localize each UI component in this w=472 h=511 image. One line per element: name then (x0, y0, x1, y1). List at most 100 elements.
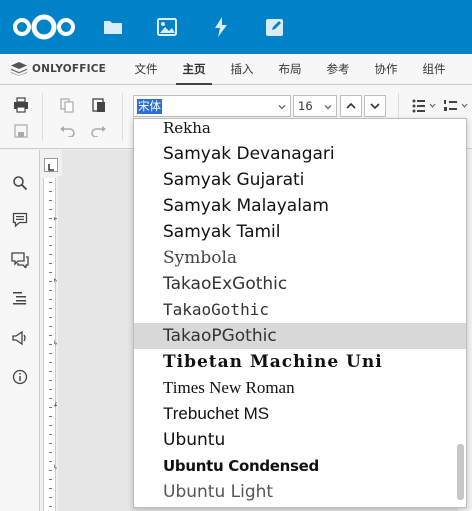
comments-button[interactable] (10, 210, 30, 230)
font-option-label: Times New Roman (163, 378, 295, 397)
font-option[interactable]: TakaoExGothic (134, 271, 466, 297)
font-option-label: Ubuntu Condensed (163, 457, 319, 475)
tab-references[interactable]: 参考 (320, 54, 356, 84)
ruler-tick (49, 218, 52, 219)
font-option-label: Trebuchet MS (163, 404, 270, 423)
numbered-list-button[interactable] (444, 96, 472, 116)
font-option[interactable]: Ubuntu Condensed (134, 453, 466, 479)
chevron-down-icon[interactable] (277, 102, 287, 112)
onlyoffice-logo-text: ONLYOFFICE (32, 63, 107, 75)
print-button[interactable] (11, 95, 31, 115)
font-option-label: TakaoPGothic (163, 326, 277, 346)
paste-icon (92, 98, 105, 112)
font-size-value[interactable]: 16 (298, 99, 313, 113)
ruler-tick (49, 497, 52, 498)
font-option-label: Ubuntu (163, 430, 226, 450)
activity-app-button[interactable] (208, 14, 234, 40)
ruler-tick (49, 506, 52, 507)
font-size-combobox[interactable]: 16 (293, 95, 337, 117)
ruler-tick (49, 488, 52, 489)
font-option-highlighted[interactable]: TakaoPGothic (134, 323, 466, 349)
ruler-tick (49, 461, 52, 462)
tab-label: 协作 (374, 62, 398, 76)
headings-icon (13, 292, 26, 305)
copy-button[interactable] (57, 95, 77, 115)
ruler-tick (49, 452, 52, 453)
ruler-tick (49, 308, 52, 309)
chat-button[interactable] (10, 250, 30, 270)
font-option[interactable]: Rekha (134, 119, 466, 141)
ruler-number: 2 (52, 278, 57, 283)
ruler-tick (49, 281, 52, 282)
font-option[interactable]: Samyak Devanagari (134, 141, 466, 167)
ruler-tick (49, 245, 52, 246)
nextcloud-logo[interactable] (12, 12, 76, 42)
dropdown-scrollbar-thumb[interactable] (457, 444, 464, 500)
left-side-panel (0, 150, 40, 511)
ruler-tick (49, 371, 52, 372)
nextcloud-header (0, 0, 472, 54)
notes-app-button[interactable] (262, 14, 288, 40)
font-option-label: TakaoExGothic (163, 274, 288, 294)
copy-icon (60, 98, 74, 113)
edit-icon (266, 19, 283, 36)
paste-button[interactable] (89, 95, 109, 115)
nextcloud-logo-icon (13, 14, 75, 40)
about-button[interactable] (10, 367, 30, 387)
increase-font-size-button[interactable] (340, 95, 362, 117)
font-option-label: Symbola (163, 248, 238, 268)
ruler-tick (49, 191, 52, 192)
onlyoffice-tab-bar: ONLYOFFICE 文件 主页 插入 布局 参考 协作 组件 (0, 54, 472, 85)
font-option[interactable]: Trebuchet MS (134, 401, 466, 427)
font-option-label: Ubuntu Light (163, 482, 274, 502)
font-name-value[interactable]: 宋体 (137, 99, 162, 114)
ruler-tick (49, 326, 52, 327)
photos-app-button[interactable] (154, 14, 180, 40)
ruler-tick (49, 434, 52, 435)
save-button[interactable] (11, 121, 31, 141)
tab-label: 主页 (182, 62, 206, 76)
font-option[interactable]: Tibetan Machine Uni (134, 349, 466, 375)
chevron-down-icon[interactable] (323, 102, 333, 112)
ruler-tick (49, 362, 52, 363)
feedback-button[interactable] (10, 328, 30, 348)
font-option[interactable]: Symbola (134, 245, 466, 271)
font-option[interactable]: Ubuntu Light (134, 479, 466, 505)
tab-label: 布局 (278, 62, 302, 76)
font-dropdown-list[interactable]: Rekha Samyak Devanagari Samyak Gujarati … (133, 118, 467, 508)
decrease-font-size-button[interactable] (364, 95, 386, 117)
toolbar-separator (42, 93, 43, 141)
font-option[interactable]: Samyak Tamil (134, 219, 466, 245)
ruler-tick (49, 335, 52, 336)
font-option-label: Samyak Tamil (163, 222, 281, 242)
lightning-icon (215, 17, 227, 37)
font-option[interactable]: Samyak Gujarati (134, 167, 466, 193)
tab-home[interactable]: 主页 (176, 54, 212, 85)
font-name-combobox[interactable]: 宋体 (133, 95, 291, 117)
onlyoffice-logo: ONLYOFFICE (11, 62, 106, 76)
font-option[interactable]: Ubuntu (134, 427, 466, 453)
tab-stop-selector[interactable] (44, 158, 58, 172)
font-option[interactable]: Samyak Malayalam (134, 193, 466, 219)
ruler-tick (49, 389, 52, 390)
vertical-ruler[interactable]: 1 2 3 4 5 (43, 178, 61, 511)
tab-label: 组件 (422, 62, 446, 76)
files-app-button[interactable] (100, 14, 126, 40)
tab-layout[interactable]: 布局 (272, 54, 308, 84)
tab-collaboration[interactable]: 协作 (368, 54, 404, 84)
ruler-tick (49, 470, 52, 471)
undo-button[interactable] (57, 121, 77, 141)
font-option[interactable]: TakaoGothic (134, 297, 466, 323)
ruler-tick (49, 227, 52, 228)
navigation-button[interactable] (10, 288, 30, 308)
tab-file[interactable]: 文件 (128, 54, 164, 84)
font-option-label: Samyak Malayalam (163, 196, 329, 216)
tab-insert[interactable]: 插入 (224, 54, 260, 84)
numbered-list-icon (444, 100, 468, 111)
redo-button[interactable] (89, 121, 109, 141)
megaphone-icon (12, 330, 26, 346)
search-button[interactable] (10, 173, 30, 193)
tab-plugins[interactable]: 组件 (416, 54, 452, 84)
bullet-list-button[interactable] (412, 96, 440, 116)
font-option[interactable]: Times New Roman (134, 375, 466, 401)
